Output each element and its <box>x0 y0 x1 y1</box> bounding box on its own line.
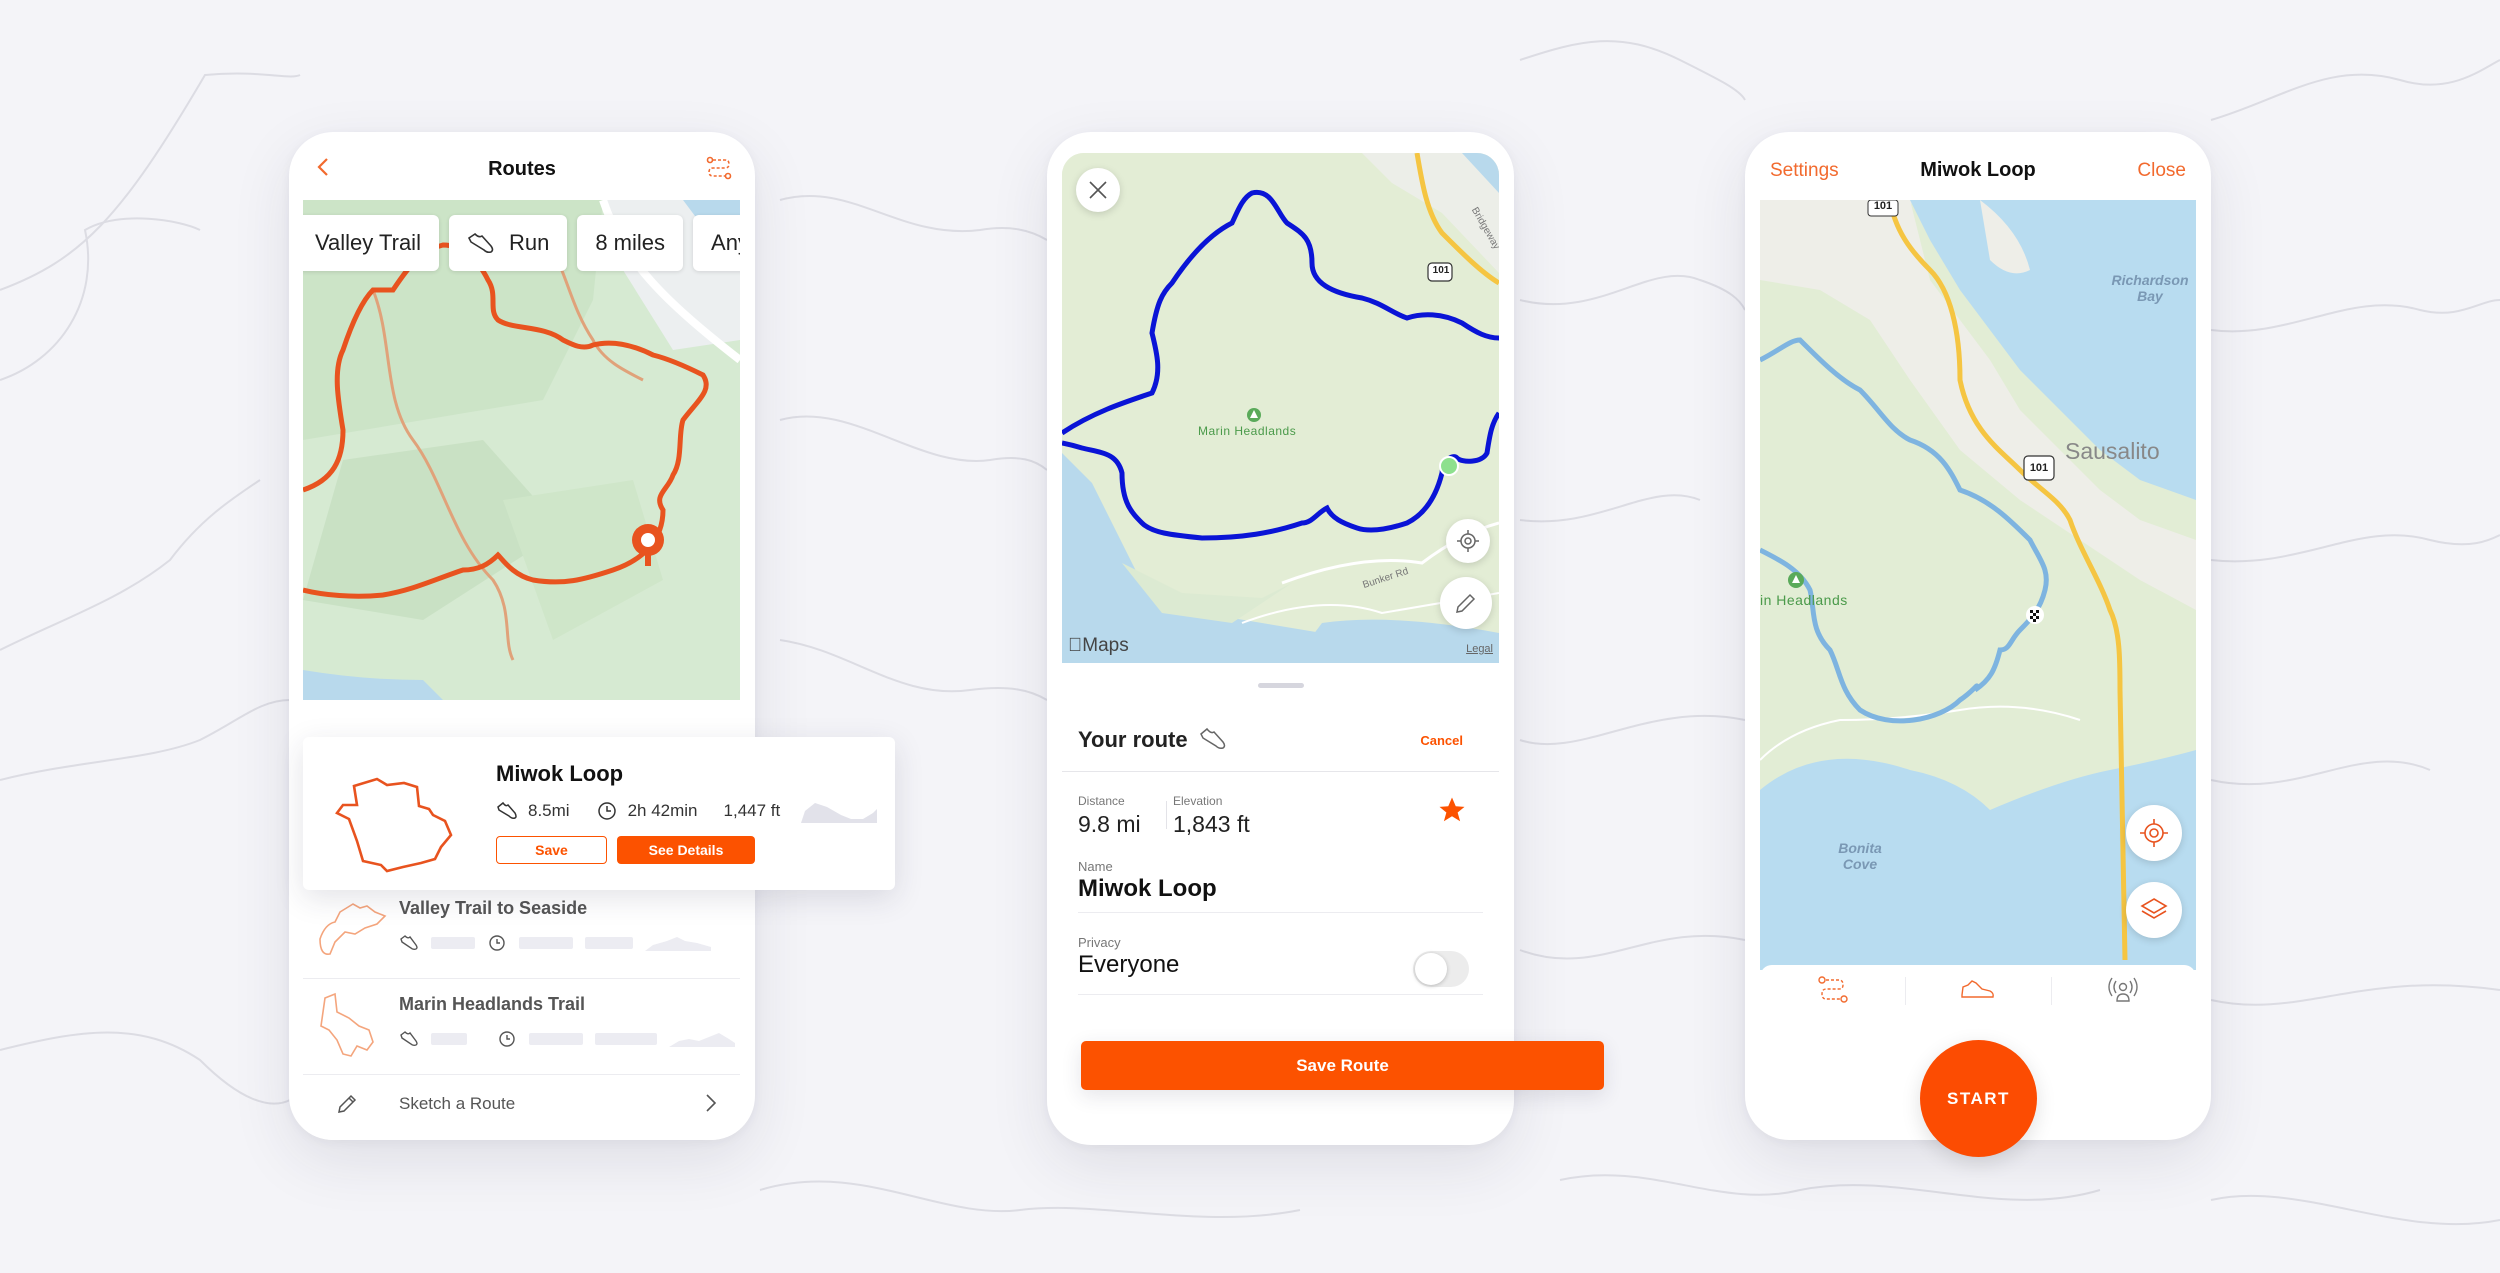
map-label-bay: Richardson Bay <box>2111 272 2189 304</box>
filter-chip-elevation[interactable]: Any E <box>693 215 740 271</box>
skeleton-text <box>431 1033 467 1045</box>
skeleton-text <box>595 1033 657 1045</box>
route-details-sheet: Your route Cancel Distance 9.8 mi Elevat… <box>1062 663 1499 1023</box>
distance-label: Distance <box>1078 794 1125 808</box>
route-duration: 2h 42min <box>627 801 698 820</box>
highway-shield: 101 <box>1873 200 1893 212</box>
sheet-title: Your route <box>1078 727 1188 752</box>
see-details-button[interactable]: See Details <box>617 836 755 864</box>
shoe-icon <box>467 232 494 254</box>
privacy-value: Everyone <box>1078 951 1180 978</box>
crosshair-icon <box>2140 819 2168 847</box>
map-label-city: Sausalito <box>2065 438 2160 464</box>
shoe-icon <box>497 801 517 819</box>
beacon-icon <box>2108 977 2139 1002</box>
highway-shield: 101 <box>1432 265 1450 276</box>
elevation-skeleton <box>645 937 711 951</box>
map-label-cove: Bonita Cove <box>1838 840 1882 872</box>
close-button[interactable] <box>1076 168 1120 212</box>
sheet-handle[interactable] <box>1258 683 1304 688</box>
divider <box>1062 771 1499 772</box>
apple-maps-logo: Maps <box>1068 635 1129 656</box>
navigate-screen: Settings Miwok Loop Close Richardson Bay… <box>1745 132 2211 1140</box>
pencil-icon <box>338 1094 357 1113</box>
legal-link[interactable]: Legal <box>1466 643 1493 655</box>
shoe-icon <box>400 1031 418 1047</box>
locate-button[interactable] <box>1446 519 1490 563</box>
tab-beacon[interactable] <box>2050 965 2196 1015</box>
cancel-button[interactable]: Cancel <box>1420 733 1463 748</box>
skeleton-text <box>585 937 633 949</box>
save-route-button[interactable]: Save Route <box>1081 1041 1604 1090</box>
skeleton-text <box>529 1033 583 1045</box>
start-button[interactable]: START <box>1920 1040 2037 1157</box>
map-label-park: in Headlands <box>1760 592 1848 608</box>
route-thumbnail <box>319 903 387 956</box>
map-terrain <box>1760 200 2196 970</box>
filter-chip-activity[interactable]: Run <box>448 215 568 271</box>
list-item[interactable]: Valley Trail to Seaside <box>303 884 740 980</box>
navigation-map[interactable]: Richardson Bay Sausalito 101 101 in Head… <box>1760 200 2196 970</box>
sketch-route-row[interactable]: Sketch a Route <box>303 1074 740 1134</box>
route-name-input[interactable]: Miwok Loop <box>1078 875 1217 903</box>
filter-chip-distance[interactable]: 8 miles <box>577 215 684 271</box>
skeleton-text <box>431 937 475 949</box>
route-dashed-icon <box>1817 976 1848 1003</box>
tab-activity[interactable] <box>1905 965 2050 1015</box>
locate-button[interactable] <box>2126 805 2182 861</box>
name-label: Name <box>1078 859 1113 874</box>
bottom-tab-bar <box>1760 965 2196 1015</box>
clock-icon <box>489 935 505 951</box>
route-distance: 8.5mi <box>528 801 570 820</box>
elevation-value: 1,843 ft <box>1173 811 1250 837</box>
map-label-park: Marin Headlands <box>1198 424 1297 438</box>
create-route-map[interactable]: Marin Headlands 101 Bridgeway Bunker Rd … <box>1062 153 1499 663</box>
close-button[interactable]: Close <box>2137 160 2186 182</box>
skeleton-text <box>519 937 573 949</box>
star-icon[interactable] <box>1437 795 1467 825</box>
page-title: Routes <box>488 158 556 180</box>
route-thumbnail <box>335 777 453 873</box>
shoe-icon <box>400 935 418 951</box>
privacy-toggle[interactable] <box>1413 951 1469 987</box>
list-item[interactable]: Marin Headlands Trail <box>303 980 740 1076</box>
route-elevation: 1,447 ft <box>723 801 781 820</box>
close-icon <box>1089 181 1107 199</box>
elevation-skeleton <box>669 1033 735 1047</box>
save-button[interactable]: Save <box>496 836 607 864</box>
divider <box>1078 912 1483 913</box>
elevation-label: Elevation <box>1173 794 1223 808</box>
map-terrain <box>303 200 740 700</box>
clock-icon <box>597 802 616 820</box>
toggle-knob <box>1415 953 1447 985</box>
divider <box>1166 801 1167 829</box>
routes-map[interactable]: Valley Trail Run 8 miles Any E <box>303 200 740 700</box>
privacy-label: Privacy <box>1078 935 1121 950</box>
map-terrain <box>1062 153 1499 663</box>
routes-screen: Routes Valley Trail Run 8 miles An Valle… <box>289 132 755 1140</box>
routes-header: Routes <box>289 132 755 200</box>
shoe-icon <box>1961 980 1994 998</box>
elevation-profile <box>801 803 877 823</box>
shoe-icon <box>1200 727 1226 749</box>
chevron-right-icon <box>706 1094 717 1112</box>
layers-icon <box>2140 898 2168 919</box>
divider <box>1078 994 1483 995</box>
pencil-icon <box>1456 593 1476 613</box>
distance-value: 9.8 mi <box>1078 811 1141 837</box>
featured-route-card[interactable]: Miwok Loop 8.5mi 2h 42min 1,447 ft Save … <box>303 737 895 890</box>
route-dashed-icon[interactable] <box>705 156 733 180</box>
clock-icon <box>499 1031 515 1047</box>
filter-chips: Valley Trail Run 8 miles Any E <box>303 215 740 271</box>
crosshair-icon <box>1457 530 1479 552</box>
route-thumbnail <box>320 992 374 1057</box>
layers-button[interactable] <box>2126 882 2182 938</box>
draw-button[interactable] <box>1440 577 1492 629</box>
tab-routes[interactable] <box>1760 965 1905 1015</box>
create-route-screen: Marin Headlands 101 Bridgeway Bunker Rd … <box>1047 132 1514 1145</box>
filter-chip-trail[interactable]: Valley Trail <box>303 215 439 271</box>
highway-shield: 101 <box>2029 462 2049 474</box>
